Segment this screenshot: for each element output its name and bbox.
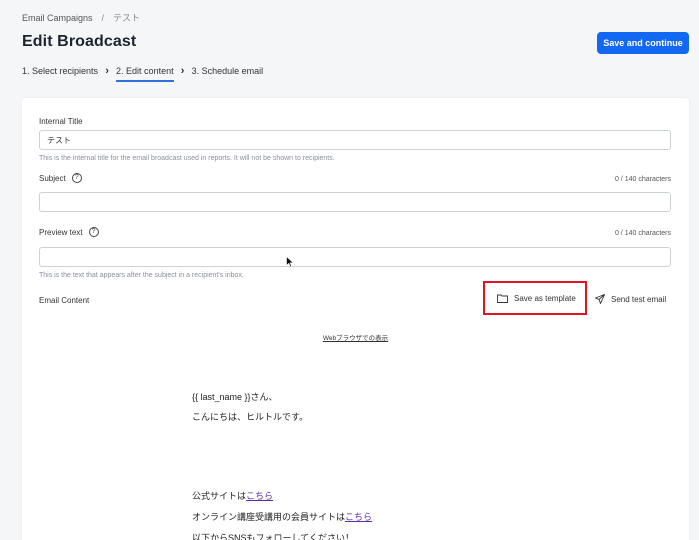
email-sns: 以下からSNSもフォローしてください！ [192, 533, 354, 540]
send-test-email-button[interactable]: Send test email [595, 294, 666, 304]
web-browser-view-link[interactable]: Webブラウザでの表示 [22, 332, 689, 342]
email-greeting: {{ last_name }}さん、 [192, 392, 278, 402]
send-test-email-label: Send test email [611, 294, 667, 304]
preview-text-label: Preview text ? [39, 227, 99, 237]
preview-text-hint: This is the text that appears after the … [39, 272, 244, 279]
chevron-right-icon: › [180, 65, 185, 77]
member-site-text: オンライン講座受講用の会員サイトは [192, 512, 346, 522]
subject-counter: 0 / 140 characters [614, 176, 671, 183]
subject-label: Subject ? [39, 173, 82, 183]
internal-title-label: Internal Title [39, 117, 83, 126]
breadcrumb-separator: / [101, 12, 105, 23]
subject-input[interactable] [39, 192, 671, 212]
save-and-continue-button[interactable]: Save and continue [597, 32, 689, 54]
breadcrumb: Email Campaigns / テスト [22, 11, 140, 24]
preview-text-input[interactable] [39, 247, 671, 267]
stepper: 1. Select recipients › 2. Edit content ›… [22, 65, 263, 82]
step-select-recipients[interactable]: 1. Select recipients [22, 66, 98, 81]
mouse-cursor-icon [286, 256, 294, 268]
email-intro: こんにちは、ヒルトルです。 [192, 412, 309, 422]
internal-title-label-text: Internal Title [39, 117, 83, 126]
help-circle-icon[interactable]: ? [88, 227, 99, 237]
internal-title-input[interactable] [39, 130, 671, 150]
send-icon [595, 294, 605, 304]
internal-title-hint: This is the internal title for the email… [39, 155, 335, 162]
step-schedule-email[interactable]: 3. Schedule email [192, 66, 264, 81]
chevron-right-icon: › [105, 65, 109, 77]
preview-text-label-text: Preview text [39, 227, 83, 237]
breadcrumb-current: テスト [113, 13, 141, 23]
help-circle-icon[interactable]: ? [71, 173, 82, 183]
email-content-label-text: Email Content [39, 296, 90, 305]
step-edit-content[interactable]: 2. Edit content [116, 66, 174, 82]
email-official-site: 公式サイトはこちら [192, 489, 273, 502]
email-content-label: Email Content [39, 296, 89, 305]
email-member-site: オンライン講座受講用の会員サイトはこちら [192, 510, 372, 523]
breadcrumb-parent-link[interactable]: Email Campaigns [22, 13, 93, 23]
subject-label-text: Subject [39, 173, 66, 183]
preview-text-counter: 0 / 140 characters [614, 230, 671, 237]
page-title: Edit Broadcast [22, 33, 137, 50]
member-site-link[interactable]: こちら [345, 512, 372, 522]
official-site-text: 公式サイトは [192, 491, 247, 501]
save-as-template-button[interactable]: Save as template [497, 294, 576, 303]
folder-icon [497, 294, 508, 303]
official-site-link[interactable]: こちら [246, 491, 273, 501]
save-as-template-label: Save as template [514, 294, 576, 303]
content-card: Internal Title This is the internal titl… [22, 98, 689, 540]
